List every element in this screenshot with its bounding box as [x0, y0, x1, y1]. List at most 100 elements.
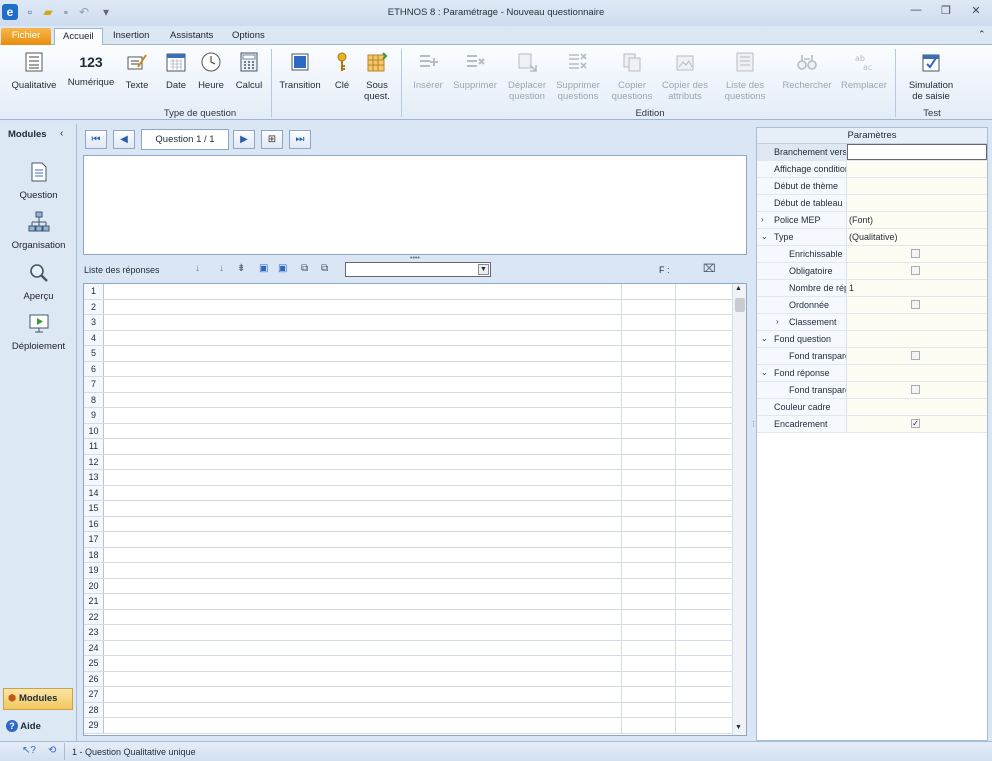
property-row-debut_tableau[interactable]: Début de tableau	[757, 195, 987, 212]
checkbox[interactable]	[911, 300, 920, 309]
vertical-scrollbar[interactable]: ▲ ▼	[732, 284, 746, 735]
property-value[interactable]	[847, 382, 987, 398]
table-row[interactable]: 15	[84, 501, 732, 517]
table-row[interactable]: 17	[84, 532, 732, 548]
scroll-up-icon[interactable]: ▲	[735, 285, 742, 292]
property-value[interactable]	[847, 246, 987, 262]
numerique-button[interactable]: 123 Numérique	[65, 51, 117, 88]
collapse-ribbon-icon[interactable]: ⌃	[978, 29, 986, 40]
property-row-fond_transp1[interactable]: Fond transpare	[757, 348, 987, 365]
remplacer-button[interactable]: ab ac Remplacer	[838, 51, 890, 91]
table-row[interactable]: 22	[84, 609, 732, 625]
property-value[interactable]	[847, 161, 987, 177]
tab-fichier[interactable]: Fichier	[1, 28, 51, 45]
copier-attributs-button[interactable]: Copier des attributs	[661, 51, 709, 102]
texte-button[interactable]: Texte	[122, 51, 152, 91]
heure-button[interactable]: Heure	[196, 51, 226, 91]
table-row[interactable]: 13	[84, 470, 732, 486]
minimize-icon[interactable]: —	[905, 4, 927, 20]
table-row[interactable]: 20	[84, 578, 732, 594]
import-icon[interactable]: ▣	[259, 263, 268, 274]
property-row-obligatoire[interactable]: Obligatoire	[757, 263, 987, 280]
property-row-affichage[interactable]: Affichage conditior	[757, 161, 987, 178]
nav-organisation[interactable]: Organisation	[0, 211, 77, 251]
move-down-icon[interactable]: ↓	[195, 263, 200, 274]
property-row-classement[interactable]: Classement ›	[757, 314, 987, 331]
property-row-branchement[interactable]: Branchement vers	[757, 144, 987, 161]
table-row[interactable]: 25	[84, 656, 732, 672]
scroll-down-icon[interactable]: ▼	[735, 724, 742, 731]
date-button[interactable]: Date	[161, 51, 191, 91]
property-value[interactable]	[847, 314, 987, 330]
answer-list-dropdown[interactable]: ▼	[345, 262, 491, 277]
nav-deploiement[interactable]: Déploiement	[0, 312, 77, 352]
property-row-nombre[interactable]: Nombre de rép 1	[757, 280, 987, 297]
question-text-area[interactable]	[83, 155, 747, 255]
collapse-panel-icon[interactable]: ‹	[60, 128, 63, 139]
table-row[interactable]: 7	[84, 377, 732, 393]
calcul-button[interactable]: Calcul	[233, 51, 265, 91]
transition-button[interactable]: Transition	[277, 51, 323, 91]
deplacer-question-button[interactable]: Déplacer question	[505, 51, 549, 102]
next-question-icon[interactable]: ▶	[233, 130, 255, 149]
export-icon[interactable]: ▣	[278, 263, 287, 274]
table-row[interactable]: 16	[84, 516, 732, 532]
aide-button[interactable]: ? Aide	[6, 720, 41, 732]
modules-button[interactable]: ⬢ Modules	[3, 688, 73, 710]
nav-question[interactable]: Question	[0, 161, 77, 201]
last-question-icon[interactable]: ⏭	[289, 130, 311, 149]
property-value[interactable]	[847, 348, 987, 364]
property-value[interactable]	[847, 297, 987, 313]
table-row[interactable]: 10	[84, 423, 732, 439]
table-row[interactable]: 3	[84, 315, 732, 331]
vertical-splitter-grip[interactable]: ⋮	[750, 420, 757, 428]
checkbox[interactable]	[911, 266, 920, 275]
copier-questions-button[interactable]: Copier questions	[609, 51, 655, 102]
move-down-alt-icon[interactable]: ↓	[219, 263, 224, 274]
table-row[interactable]: 18	[84, 547, 732, 563]
supprimer-questions-button[interactable]: Supprimer questions	[555, 51, 601, 102]
property-value[interactable]: (Qualitative)	[847, 229, 987, 245]
first-question-icon[interactable]: ⏮	[85, 130, 107, 149]
table-row[interactable]: 1	[84, 284, 732, 300]
checkbox[interactable]	[911, 385, 920, 394]
property-row-ordonnee[interactable]: Ordonnée	[757, 297, 987, 314]
supprimer-button[interactable]: Supprimer	[451, 51, 499, 91]
property-row-police[interactable]: Police MEP › (Font)	[757, 212, 987, 229]
nav-apercu[interactable]: Aperçu	[0, 262, 77, 302]
table-row[interactable]: 19	[84, 563, 732, 579]
property-row-debut_theme[interactable]: Début de thème	[757, 178, 987, 195]
property-value[interactable]	[847, 331, 987, 347]
add-question-icon[interactable]: ⊞	[261, 130, 283, 149]
property-value[interactable]	[847, 399, 987, 415]
property-row-enrichissable[interactable]: Enrichissable	[757, 246, 987, 263]
property-value[interactable]	[847, 365, 987, 381]
checked-checkbox[interactable]: ✓	[911, 419, 920, 428]
chevron-right-icon[interactable]: ›	[776, 314, 779, 330]
table-row[interactable]: 21	[84, 594, 732, 610]
property-row-type[interactable]: Type ⌄ (Qualitative)	[757, 229, 987, 246]
table-row[interactable]: 5	[84, 346, 732, 362]
property-value[interactable]	[847, 263, 987, 279]
table-row[interactable]: 14	[84, 485, 732, 501]
property-row-fond_question[interactable]: Fond question ⌄	[757, 331, 987, 348]
scroll-thumb[interactable]	[735, 298, 745, 312]
tab-insertion[interactable]: Insertion	[105, 28, 157, 45]
table-row[interactable]: 28	[84, 702, 732, 718]
property-value[interactable]	[847, 144, 987, 160]
chevron-down-icon[interactable]: ⌄	[761, 365, 768, 381]
previous-question-icon[interactable]: ◀	[113, 130, 135, 149]
property-value[interactable]: 1	[847, 280, 987, 296]
property-value[interactable]	[847, 178, 987, 194]
table-row[interactable]: 12	[84, 454, 732, 470]
table-row[interactable]: 29	[84, 718, 732, 734]
table-row[interactable]: 26	[84, 671, 732, 687]
property-value[interactable]: (Font)	[847, 212, 987, 228]
liste-questions-button[interactable]: Liste des questions	[722, 51, 768, 102]
tab-options[interactable]: Options	[224, 28, 273, 45]
table-row[interactable]: 9	[84, 408, 732, 424]
table-row[interactable]: 24	[84, 640, 732, 656]
table-row[interactable]: 8	[84, 392, 732, 408]
inserer-button[interactable]: Insérer	[410, 51, 446, 91]
refresh-icon[interactable]: ⟲	[48, 745, 56, 756]
